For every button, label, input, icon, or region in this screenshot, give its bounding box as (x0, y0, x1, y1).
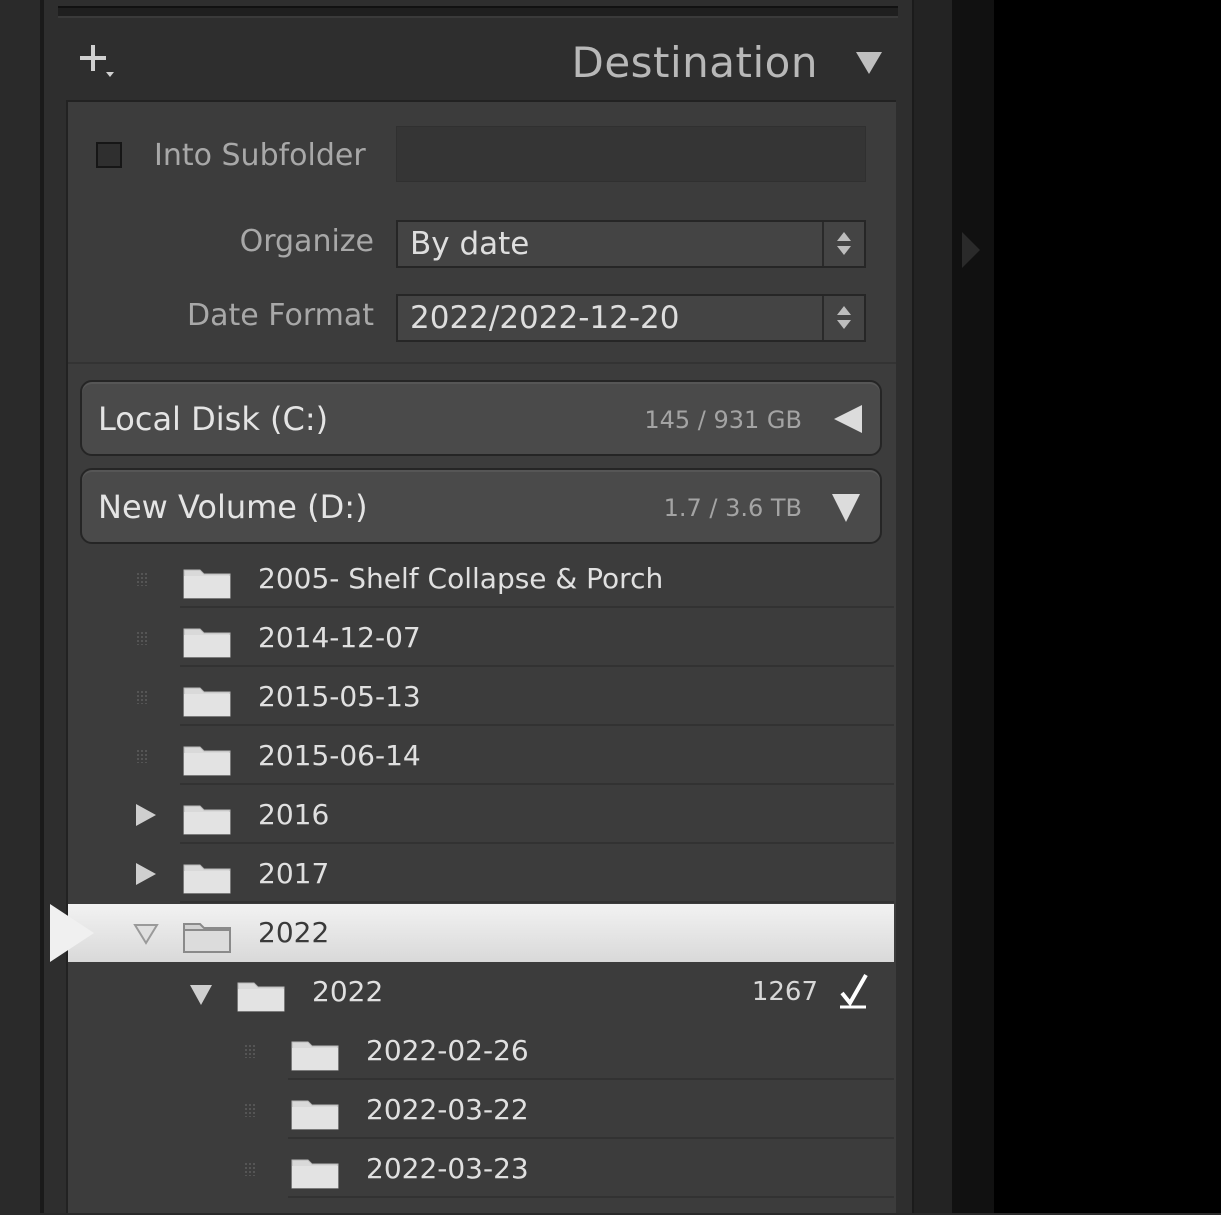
destination-options: Into Subfolder Organize By date Date For… (68, 102, 896, 364)
row-divider (288, 1196, 894, 1198)
volume-name: Local Disk (C:) (98, 400, 329, 438)
folder-label: 2014-12-07 (258, 621, 421, 654)
volume-name: New Volume (D:) (98, 488, 368, 526)
grip-icon (244, 1103, 256, 1117)
grip-icon (244, 1044, 256, 1058)
far-right-area (994, 0, 1221, 1213)
folder-label: 2022-03-23 (366, 1152, 529, 1185)
stepper-icon (822, 296, 864, 340)
volume-local-disk-c[interactable]: Local Disk (C:) 145 / 931 GB (80, 380, 882, 456)
grip-icon (136, 572, 148, 586)
grip-icon (136, 690, 148, 704)
folder-icon (182, 741, 232, 777)
folder-row[interactable]: 2017 (68, 845, 894, 903)
folder-icon (236, 977, 286, 1013)
row-divider (180, 724, 894, 726)
panel-top-bar (58, 6, 898, 18)
triangle-down-icon (832, 494, 860, 522)
triangle-right-icon[interactable] (136, 804, 156, 826)
row-divider (180, 606, 894, 608)
folder-label: 2016 (258, 798, 330, 831)
folder-icon (290, 1036, 340, 1072)
panel-title: Destination (571, 38, 818, 87)
folder-icon (182, 800, 232, 836)
selection-pointer-icon (50, 904, 94, 962)
folder-row[interactable]: 2022 1267 (68, 963, 894, 1021)
folder-icon (182, 682, 232, 718)
triangle-right-icon[interactable] (136, 863, 156, 885)
folder-row-selected[interactable]: 2022 (50, 904, 894, 962)
row-divider (288, 1137, 894, 1139)
right-dark-strip (952, 0, 994, 1213)
triangle-down-icon[interactable] (190, 985, 212, 1005)
grip-icon (244, 1162, 256, 1176)
folder-label: 2015-05-13 (258, 680, 421, 713)
folder-row[interactable]: 2022-03-22 (68, 1081, 894, 1139)
volume-size: 145 / 931 GB (644, 406, 802, 434)
grip-icon (136, 631, 148, 645)
folder-icon (182, 623, 232, 659)
folder-label: 2017 (258, 857, 330, 890)
date-format-label: Date Format (187, 298, 374, 333)
folder-label: 2005- Shelf Collapse & Porch (258, 562, 664, 595)
folder-label: 2022 (258, 916, 330, 949)
date-format-value: 2022/2022-12-20 (410, 300, 680, 336)
left-strip (0, 0, 40, 1213)
folder-label: 2015-06-14 (258, 739, 421, 772)
plus-icon[interactable] (76, 42, 120, 86)
destination-header: Destination (58, 24, 898, 100)
folder-icon (290, 1095, 340, 1131)
folder-row[interactable]: 2015-05-13 (68, 668, 894, 726)
organize-label: Organize (239, 224, 374, 259)
row-divider (180, 783, 894, 785)
triangle-down-outline-icon[interactable] (132, 922, 160, 946)
folder-row[interactable]: 2014-12-07 (68, 609, 894, 667)
folder-row[interactable]: 2022-02-26 (68, 1022, 894, 1080)
date-format-select[interactable]: 2022/2022-12-20 (396, 294, 866, 342)
volume-new-volume-d[interactable]: New Volume (D:) 1.7 / 3.6 TB (80, 468, 882, 544)
destination-content: Into Subfolder Organize By date Date For… (50, 100, 896, 1213)
triangle-left-icon (834, 405, 862, 433)
folder-row[interactable]: 2022-03-23 (68, 1140, 894, 1198)
row-divider (288, 1078, 894, 1080)
folder-label: 2022 (312, 975, 384, 1008)
row-divider (180, 901, 894, 903)
folder-label: 2022-02-26 (366, 1034, 529, 1067)
folder-label: 2022-03-22 (366, 1093, 529, 1126)
organize-value: By date (410, 226, 530, 262)
folder-row[interactable]: 2016 (68, 786, 894, 844)
photo-count: 1267 (751, 977, 818, 1007)
into-subfolder-label: Into Subfolder (154, 138, 366, 173)
organize-select[interactable]: By date (396, 220, 866, 268)
panel-collapse-arrow-icon[interactable] (962, 232, 980, 268)
folder-row[interactable]: 2015-06-14 (68, 727, 894, 785)
row-divider (180, 842, 894, 844)
folder-icon (182, 859, 232, 895)
grip-icon (136, 749, 148, 763)
volume-size: 1.7 / 3.6 TB (663, 494, 802, 522)
triangle-down-icon[interactable] (856, 52, 882, 74)
folder-icon (290, 1154, 340, 1190)
folder-icon (182, 918, 232, 954)
checkmark-icon[interactable] (836, 971, 872, 1011)
stepper-icon (822, 222, 864, 266)
folder-row[interactable]: 2005- Shelf Collapse & Porch (68, 550, 894, 608)
right-gutter (912, 0, 952, 1213)
subfolder-input[interactable] (396, 126, 866, 182)
into-subfolder-checkbox[interactable] (96, 142, 122, 168)
row-divider (180, 665, 894, 667)
folder-icon (182, 564, 232, 600)
